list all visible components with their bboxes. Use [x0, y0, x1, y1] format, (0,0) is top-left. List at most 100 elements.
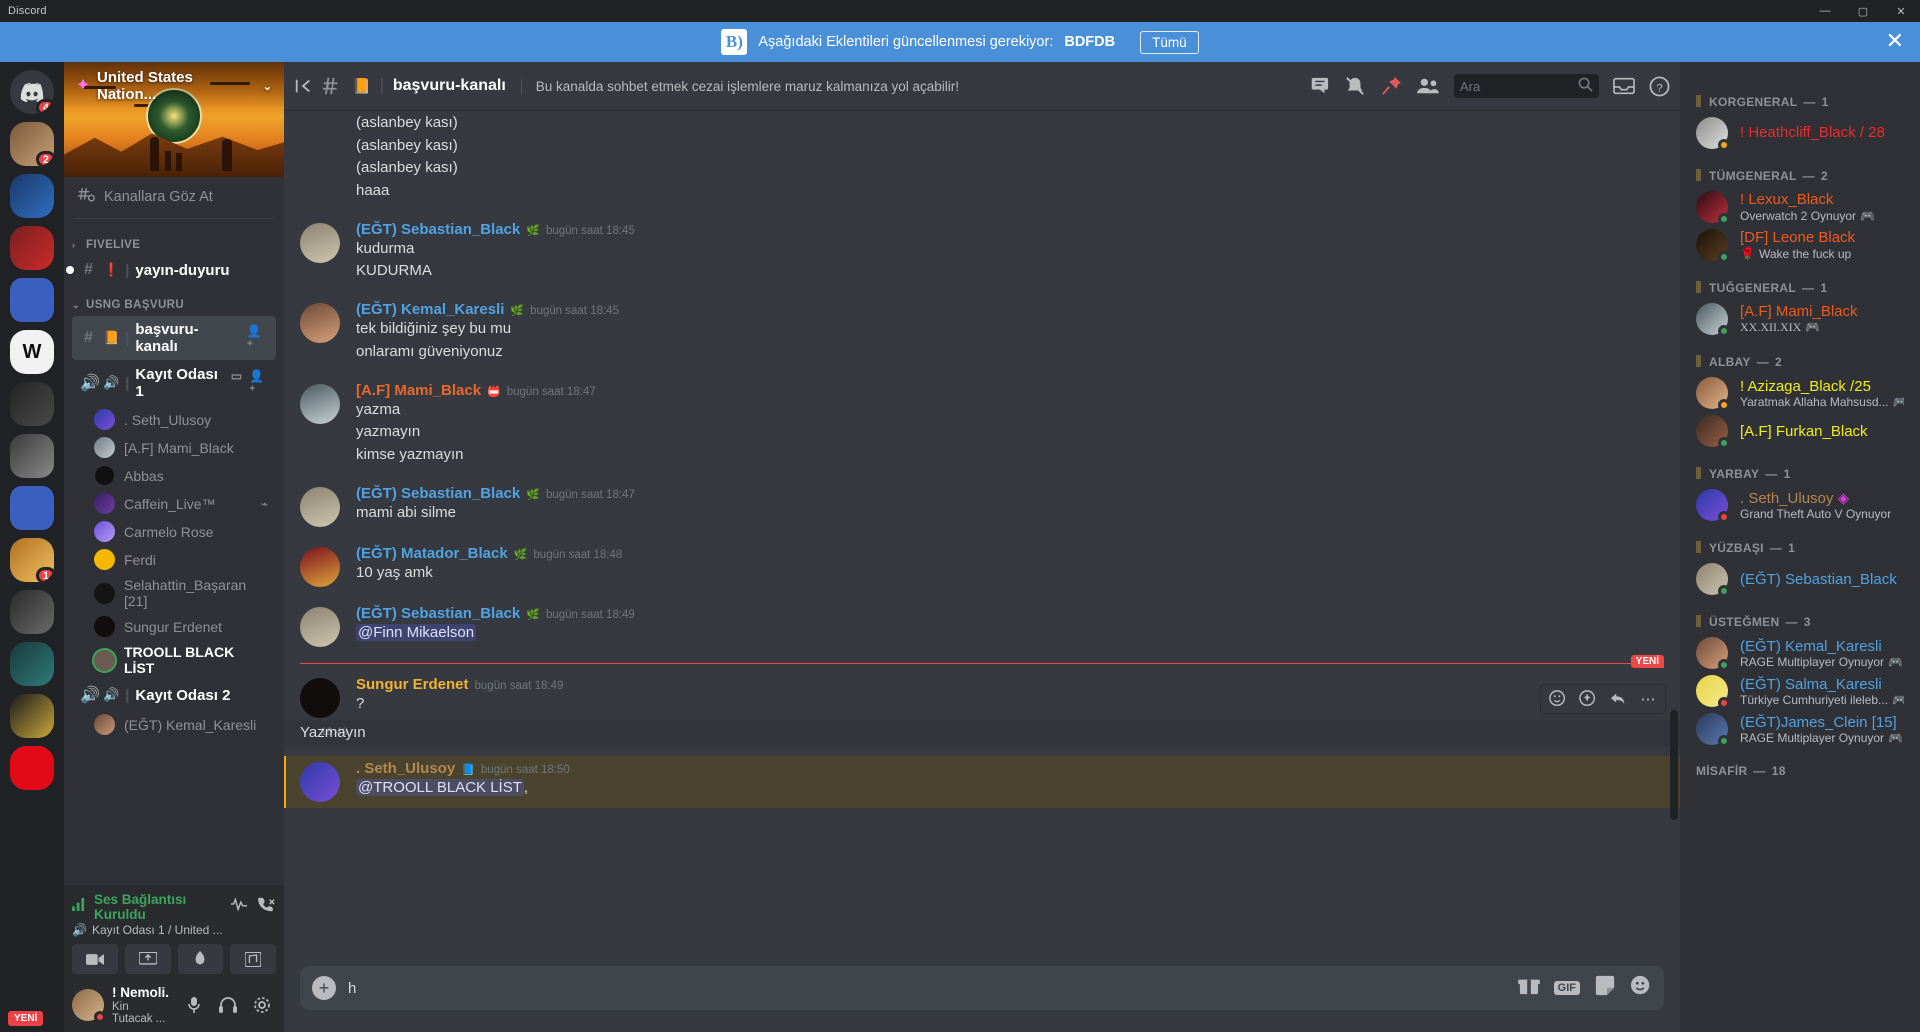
message-list[interactable]: (aslanbey kası) (aslanbey kası) (aslanbe… — [284, 110, 1680, 966]
server-icon-altintas[interactable] — [10, 694, 54, 738]
voice-member-seth[interactable]: . Seth_Ulusoy — [86, 406, 276, 433]
update-all-button[interactable]: Tümü — [1140, 31, 1199, 54]
message-author[interactable]: . Seth_Ulusoy — [356, 760, 455, 777]
screenshare-button[interactable] — [125, 944, 171, 974]
disconnect-call-icon[interactable] — [258, 897, 276, 918]
user-mention[interactable]: @Finn Mikaelson — [356, 624, 476, 641]
avatar[interactable] — [300, 223, 340, 263]
member-row[interactable]: ! Heathcliff_Black / 28 — [1688, 114, 1912, 152]
avatar[interactable] — [72, 989, 104, 1021]
voice-member-selahattin[interactable]: Selahattin_Başaran [21] — [86, 574, 276, 612]
member-role-header[interactable]: TÜMGENERAL — 2 — [1680, 152, 1920, 188]
minimize-button[interactable]: — — [1806, 0, 1844, 22]
role-mention[interactable]: @TROOLL BLACK LİST — [356, 779, 524, 796]
ping-icon[interactable] — [230, 897, 248, 918]
server-icon-aslanp[interactable]: 1 — [10, 538, 54, 582]
voice-channel-actions[interactable]: ▭ 👤⁺ — [231, 369, 268, 397]
create-invite-icon[interactable]: 👤⁺ — [249, 369, 268, 397]
member-role-header[interactable]: YÜZBAŞI — 1 — [1680, 524, 1920, 560]
banner-close-icon[interactable]: ✕ — [1886, 31, 1904, 53]
member-role-header[interactable]: MİSAFİR — 18 — [1680, 748, 1920, 782]
channel-actions[interactable]: 👤⁺ — [247, 324, 268, 352]
gift-icon[interactable] — [1518, 976, 1540, 1001]
gear-icon[interactable] — [248, 991, 276, 1019]
message-input[interactable]: h — [348, 980, 1506, 997]
category-fivelive[interactable]: › FIVELIVE — [64, 225, 284, 255]
emoji-icon[interactable] — [1630, 975, 1652, 1002]
avatar[interactable] — [300, 303, 340, 343]
channel-yayin-duyuru[interactable]: # ❗ | yayın-duyuru — [72, 256, 276, 284]
avatar[interactable] — [300, 547, 340, 587]
collapse-sidebar-icon[interactable] — [294, 77, 312, 95]
member-row[interactable]: [DF] Leone Black 🌹 Wake the fuck up — [1688, 226, 1912, 264]
member-row[interactable]: [A.F] Mami_Black XX.XII.XIX 🎮 — [1688, 300, 1912, 338]
category-usng-basvuru[interactable]: ⌄ USNG BAŞVURU — [64, 285, 284, 315]
avatar[interactable] — [300, 607, 340, 647]
create-invite-icon[interactable]: 👤⁺ — [247, 324, 268, 352]
video-button[interactable] — [72, 944, 118, 974]
maximize-button[interactable]: ▢ — [1844, 0, 1882, 22]
member-role-header[interactable]: ALBAY — 2 — [1680, 338, 1920, 374]
channel-kayit-odasi-1[interactable]: 🔊 🔊 | Kayıt Odası 1 ▭ 👤⁺ — [72, 361, 276, 405]
activity-button[interactable] — [178, 944, 224, 974]
member-row[interactable]: (EĞT) Kemal_Karesli RAGE Multiplayer Oyn… — [1688, 634, 1912, 672]
message-author[interactable]: (EĞT) Matador_Black — [356, 545, 508, 562]
notifications-off-icon[interactable] — [1344, 76, 1366, 96]
server-icon-aslanbey[interactable] — [10, 382, 54, 426]
member-role-header[interactable]: TUĞGENERAL — 1 — [1680, 264, 1920, 300]
member-role-header[interactable]: KORGENERAL — 1 — [1680, 78, 1920, 114]
member-list-panel[interactable]: KORGENERAL — 1 ! Heathcliff_Black / 28 T… — [1680, 62, 1920, 1032]
server-icon-folder-blue[interactable] — [10, 278, 54, 322]
member-role-header[interactable]: YARBAY — 1 — [1680, 450, 1920, 486]
server-icon-red[interactable] — [10, 226, 54, 270]
server-icon-folder-blue-2[interactable] — [10, 486, 54, 530]
member-row[interactable]: (EĞT) Sebastian_Black — [1688, 560, 1912, 598]
more-options-icon[interactable]: ⋯ — [1634, 686, 1662, 712]
super-reaction-icon[interactable] — [1574, 686, 1602, 712]
avatar[interactable] — [300, 762, 340, 802]
voice-member-caffein[interactable]: Caffein_Live™ ⌁ — [86, 490, 276, 517]
current-user-name[interactable]: ! Nemoli. — [112, 985, 172, 1001]
server-icon-w[interactable]: W — [10, 330, 54, 374]
avatar[interactable] — [300, 678, 340, 718]
microphone-icon[interactable] — [180, 991, 208, 1019]
channel-kayit-odasi-2[interactable]: 🔊 🔊 | Kayıt Odası 2 — [72, 680, 276, 710]
voice-member-kemal[interactable]: (EĞT) Kemal_Karesli — [86, 711, 276, 738]
chat-bubble-icon[interactable]: ▭ — [231, 369, 242, 397]
guild-header[interactable]: United States Nation... ⌄ — [64, 62, 284, 110]
server-icon-2[interactable]: 2 — [10, 122, 54, 166]
voice-member-mami[interactable]: [A.F] Mami_Black — [86, 434, 276, 461]
member-role-header[interactable]: ÜSTEĞMEN — 3 — [1680, 598, 1920, 634]
message-author[interactable]: (EĞT) Sebastian_Black — [356, 221, 520, 238]
message-scrollbar[interactable] — [1670, 710, 1678, 820]
member-row[interactable]: ! Lexux_Black Overwatch 2 Oynuyor 🎮 — [1688, 188, 1912, 226]
message-author[interactable]: [A.F] Mami_Black — [356, 382, 481, 399]
member-row[interactable]: (EĞT) Salma_Karesli Türkiye Cumhuriyeti … — [1688, 672, 1912, 710]
server-icon-medic[interactable] — [10, 174, 54, 218]
member-row[interactable]: [A.F] Furkan_Black — [1688, 412, 1912, 450]
server-icon-dark-teal[interactable] — [10, 642, 54, 686]
voice-member-abbas[interactable]: Abbas — [86, 462, 276, 489]
help-icon[interactable]: ? — [1649, 76, 1670, 97]
pinned-messages-icon[interactable] — [1380, 76, 1402, 96]
search-input[interactable]: Ara — [1454, 74, 1599, 98]
message-author[interactable]: (EĞT) Kemal_Karesli — [356, 301, 504, 318]
message-row-hovered[interactable]: 18:49 Yazmayın — [284, 720, 1680, 747]
server-icon-emblem[interactable] — [10, 590, 54, 634]
channel-basvuru-kanali[interactable]: # 📙 | başvuru-kanalı 👤⁺ — [72, 316, 276, 360]
avatar[interactable] — [300, 384, 340, 424]
sticker-icon[interactable] — [1594, 975, 1616, 1001]
add-reaction-icon[interactable] — [1544, 686, 1572, 712]
soundboard-button[interactable] — [230, 944, 276, 974]
server-icon-usng-selected[interactable] — [10, 434, 54, 478]
voice-member-ferdi[interactable]: Ferdi — [86, 546, 276, 573]
message-author[interactable]: (EĞT) Sebastian_Black — [356, 605, 520, 622]
message-author[interactable]: Sungur Erdenet — [356, 676, 469, 693]
member-row[interactable]: . Seth_Ulusoy ◈ Grand Theft Auto V Oynuy… — [1688, 486, 1912, 524]
inbox-icon[interactable] — [1613, 76, 1635, 96]
close-window-button[interactable]: ✕ — [1882, 0, 1920, 22]
message-composer[interactable]: + h GIF — [300, 966, 1664, 1010]
message-author[interactable]: (EĞT) Sebastian_Black — [356, 485, 520, 502]
voice-member-trooll[interactable]: TROOLL BLACK LİST — [86, 641, 276, 679]
message-hover-actions[interactable]: ⋯ — [1540, 684, 1666, 714]
